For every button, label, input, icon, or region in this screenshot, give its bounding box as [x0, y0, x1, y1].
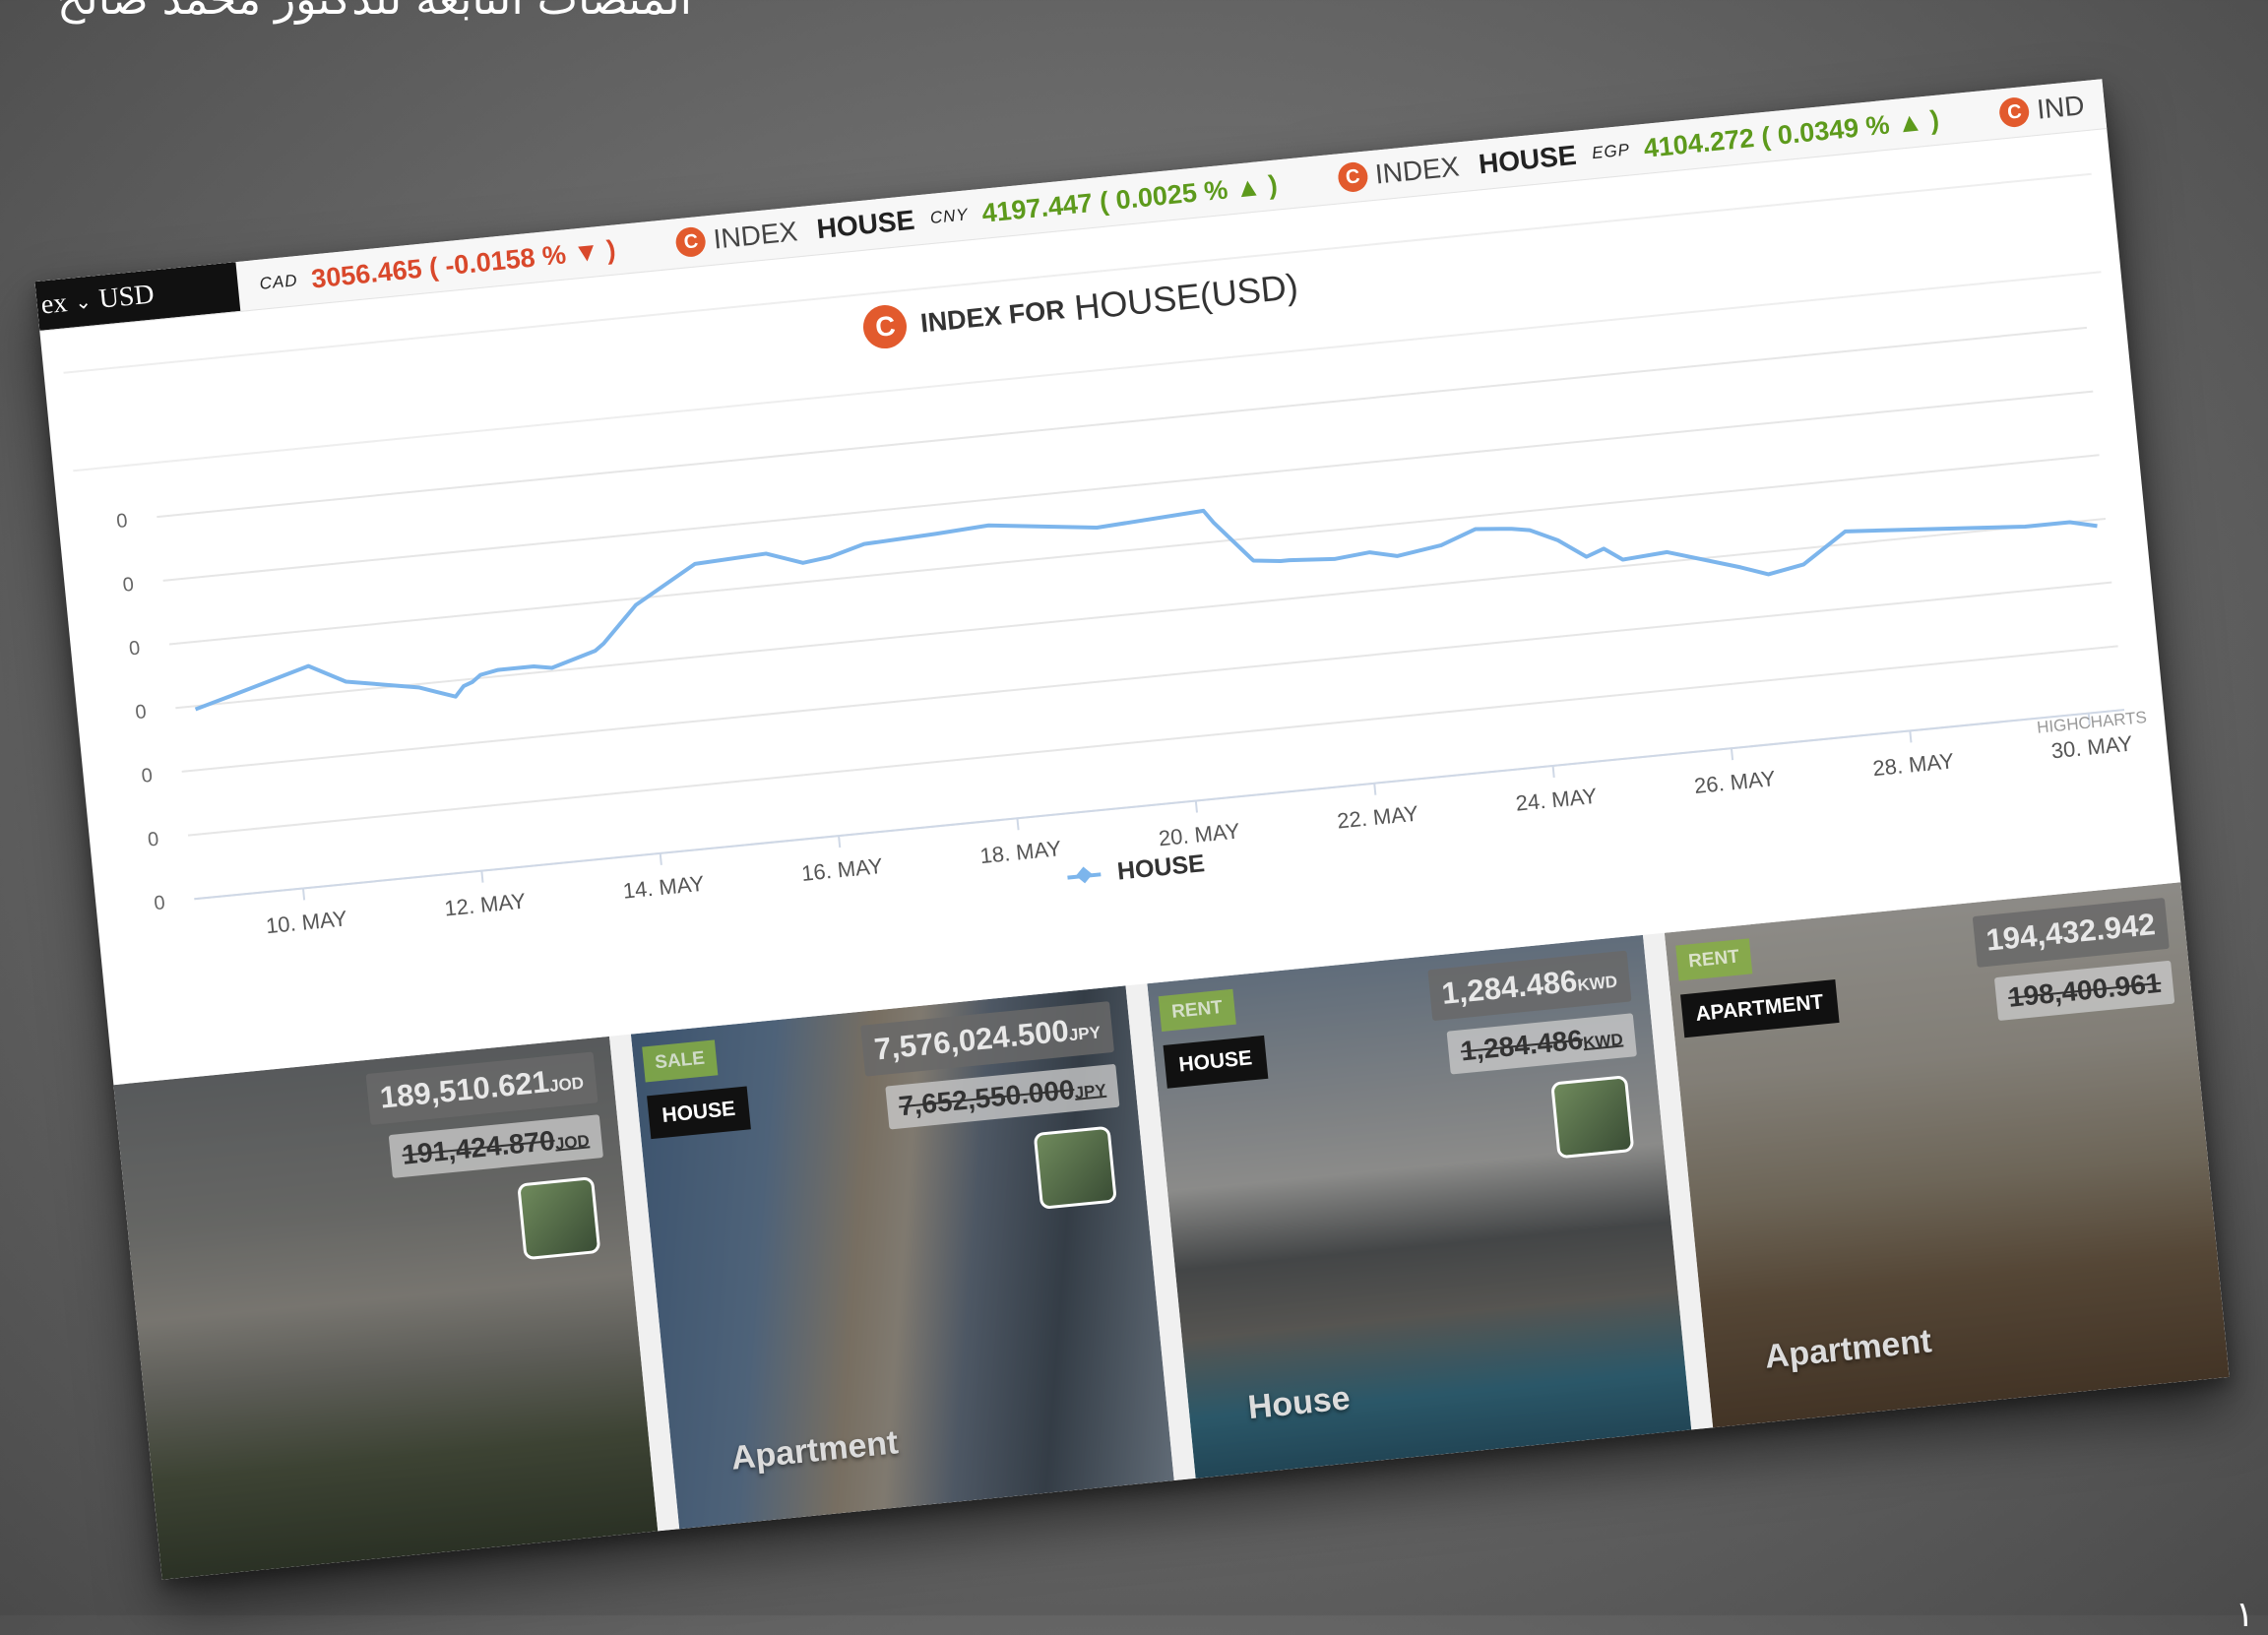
x-tick-label: 22. MAY [1336, 801, 1419, 834]
legend-symbol-icon [1067, 872, 1102, 881]
listing-card[interactable]: RENT HOUSE 1,284.486KWD 1,284.486KWD Hou… [1147, 932, 1713, 1478]
y-tick-label: 0 [134, 701, 147, 723]
x-tick-label: 24. MAY [1515, 784, 1599, 816]
series-line-house[interactable] [185, 417, 2099, 728]
x-tick-label: 28. MAY [1871, 748, 1955, 781]
grid-line [73, 271, 2102, 472]
agent-avatar[interactable] [516, 1176, 600, 1261]
grid-line [162, 390, 2094, 582]
x-tick-mark [838, 836, 842, 849]
x-tick-label: 12. MAY [443, 888, 527, 920]
x-tick-mark [1909, 730, 1913, 743]
listing-status-badge: RENT [1158, 988, 1236, 1033]
x-tick-mark [1373, 783, 1377, 795]
listing-card[interactable]: 189,510.621JOD 191,424.870JOD [113, 1034, 679, 1580]
y-tick-label: 0 [141, 765, 154, 787]
x-tick-mark [1194, 800, 1198, 813]
x-tick-mark [659, 852, 662, 865]
y-tick-label: 0 [122, 574, 135, 597]
listing-card[interactable]: SALE HOUSE 7,576,024.500JPY 7,652,550.00… [630, 983, 1196, 1530]
x-tick-label: 20. MAY [1158, 818, 1241, 850]
x-tick-label: 26. MAY [1693, 766, 1777, 798]
agent-avatar[interactable] [1033, 1125, 1117, 1210]
grid-line [181, 581, 2112, 773]
listing-card[interactable]: RENT APARTMENT 194,432.942 198,400.961 A… [1664, 882, 2230, 1428]
y-tick-label: 0 [153, 892, 165, 914]
slide-caption: المنصات التابعة للدكتور محمد صالح [57, 0, 805, 25]
grid-line [157, 326, 2088, 519]
x-tick-mark [1551, 765, 1555, 779]
y-tick-label: 0 [128, 638, 141, 660]
x-tick-mark [301, 888, 306, 901]
listing-status-badge: SALE [641, 1039, 719, 1083]
x-tick-mark [1016, 818, 1020, 831]
x-tick-label: 10. MAY [265, 906, 348, 938]
slide-number: ١ [2235, 1594, 2254, 1634]
x-tick-label: 16. MAY [800, 853, 884, 886]
website-screenshot: ex ⌄ USD CAD 3056.465 ( -0.0158 % ▼ ) C … [34, 79, 2230, 1580]
grid-line [175, 517, 2107, 710]
y-tick-label: 0 [115, 510, 128, 533]
agent-avatar[interactable] [1549, 1075, 1634, 1160]
x-tick-mark [480, 870, 484, 883]
x-tick-label: 18. MAY [978, 836, 1062, 868]
y-tick-label: 0 [147, 829, 159, 851]
grid-line [63, 172, 2092, 374]
x-tick-label: 30. MAY [2050, 730, 2134, 763]
grid-line [168, 454, 2100, 646]
x-tick-label: 14. MAY [622, 871, 706, 904]
listing-status-badge: RENT [1674, 938, 1753, 981]
